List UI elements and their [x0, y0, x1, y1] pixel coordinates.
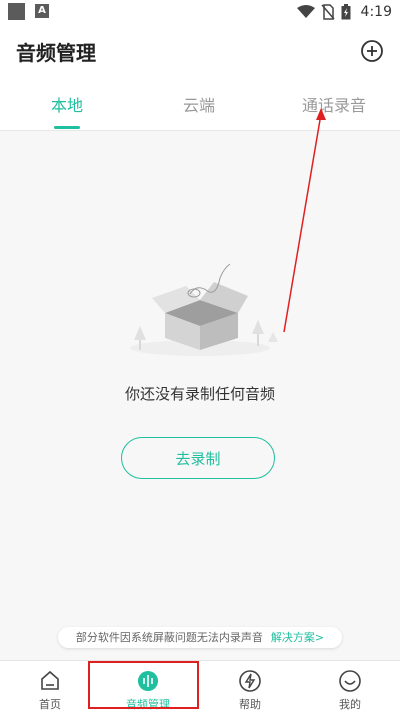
- app-badge-icon: A: [35, 4, 49, 18]
- no-sim-icon: [320, 4, 335, 20]
- nav-label-audio-manage: 音频管理: [126, 698, 170, 711]
- add-button[interactable]: [360, 39, 384, 63]
- home-icon: [41, 670, 59, 690]
- nav-label-help: 帮助: [239, 698, 261, 711]
- notice-text: 部分软件因系统屏蔽问题无法内录声音: [75, 631, 263, 644]
- notice-banner: 部分软件因系统屏蔽问题无法内录声音 解决方案>: [58, 627, 342, 648]
- status-bar: A 4:19: [0, 0, 400, 24]
- tab-local[interactable]: 本地: [17, 92, 117, 116]
- tab-bar: 本地 云端 通话录音: [0, 80, 400, 131]
- nav-item-audio-manage[interactable]: 音频管理: [94, 661, 194, 712]
- notification-icon: [8, 3, 25, 20]
- nav-item-help[interactable]: 帮助: [200, 661, 300, 712]
- empty-state-message: 你还没有录制任何音频: [124, 385, 275, 403]
- solution-link[interactable]: 解决方案>: [271, 627, 324, 648]
- help-icon: [239, 670, 261, 692]
- tab-indicator: [54, 126, 80, 129]
- go-record-button[interactable]: 去录制: [121, 437, 275, 479]
- bottom-nav: 首页 音频管理 帮助 我的: [0, 660, 400, 712]
- status-icons: 4:19: [296, 2, 392, 22]
- tab-call-recording[interactable]: 通话录音: [284, 92, 384, 116]
- empty-box-illustration: [130, 263, 278, 356]
- profile-icon: [339, 670, 361, 692]
- nav-label-home: 首页: [39, 698, 61, 711]
- nav-item-profile[interactable]: 我的: [300, 661, 400, 712]
- page-title: 音频管理: [16, 41, 96, 65]
- battery-charging-icon: [341, 4, 351, 20]
- nav-item-home[interactable]: 首页: [0, 661, 100, 712]
- annotation-arrow: [283, 108, 326, 333]
- app-header: 音频管理: [0, 24, 400, 80]
- audio-manage-icon: [138, 671, 158, 691]
- tab-cloud[interactable]: 云端: [149, 92, 249, 116]
- nav-label-profile: 我的: [339, 698, 361, 711]
- clock: 4:19: [360, 4, 392, 20]
- wifi-icon: [296, 5, 315, 18]
